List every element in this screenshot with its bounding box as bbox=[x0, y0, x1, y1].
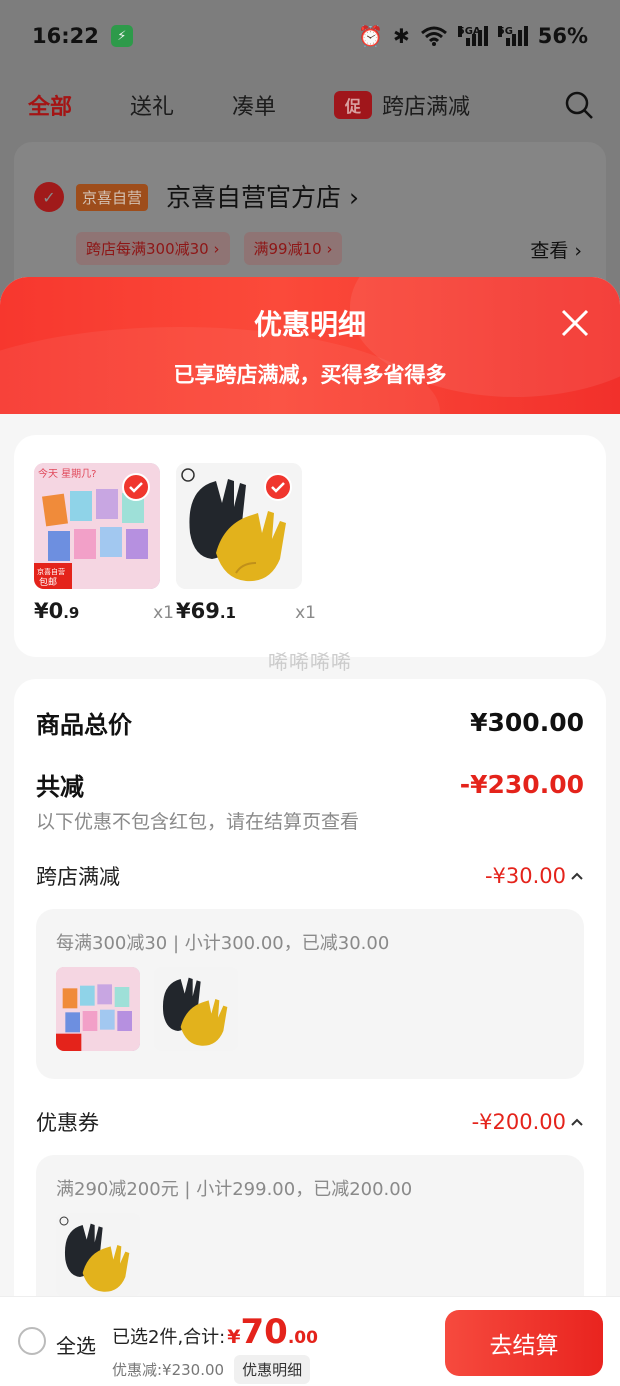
checkout-bar: 全选 已选2件,合计: ¥ 70 .00 优惠减:¥230.00 优惠明细 去结… bbox=[0, 1296, 620, 1386]
filter-tabs: 全部 送礼 凑单 促 跨店满减 bbox=[0, 80, 620, 130]
signal-icon: 5G bbox=[497, 26, 528, 46]
product-item[interactable]: ¥69.1 x1 bbox=[176, 463, 316, 623]
checkout-button[interactable]: 去结算 bbox=[445, 1310, 603, 1376]
promo-tag: 促 bbox=[334, 91, 373, 119]
tab-combine[interactable]: 凑单 bbox=[232, 89, 276, 121]
store-view-link[interactable]: 查看 › bbox=[530, 236, 582, 263]
price-dec: .9 bbox=[63, 604, 80, 622]
tab-cross-store-label: 跨店满减 bbox=[382, 95, 471, 120]
discount-detail-sheet: 优惠明细 已享跨店满减，买得多省得多 今天 星期几? 京喜自营 包邮 ¥0.9 … bbox=[0, 277, 620, 1386]
price-dec: .1 bbox=[219, 604, 236, 622]
saving-line: 优惠减:¥230.00 优惠明细 bbox=[112, 1355, 311, 1384]
bluetooth-icon: ✱ bbox=[392, 24, 410, 48]
discount-total-row: 共减 -¥230.00 bbox=[36, 767, 584, 802]
selected-check-icon bbox=[122, 473, 150, 501]
sheet-title: 优惠明细 bbox=[253, 308, 366, 341]
select-all-label[interactable]: 全选 bbox=[56, 1330, 96, 1359]
product-art-text: 今天 星期几? bbox=[38, 467, 97, 480]
sheet-header: 优惠明细 已享跨店满减，买得多省得多 bbox=[0, 277, 620, 414]
saving-amount: 优惠减:¥230.00 bbox=[112, 1361, 225, 1379]
total-amount-decimal: .00 bbox=[287, 1328, 318, 1348]
signal-icon: 5GA bbox=[457, 26, 488, 46]
product-overlay-text: 包邮 bbox=[39, 576, 57, 588]
selected-products-card: 今天 星期几? 京喜自营 包邮 ¥0.9 x1 ¥69.1 x1 bbox=[14, 435, 606, 657]
coupon-row[interactable]: 优惠券 -¥200.00 bbox=[36, 1107, 584, 1137]
coupon-detail-text: 满290减200元 | 小计299.00，已减200.00 bbox=[56, 1179, 413, 1200]
store-badge: 京喜自营 bbox=[76, 184, 149, 211]
discount-detail-button[interactable]: 优惠明细 bbox=[234, 1355, 311, 1384]
product-item[interactable]: 今天 星期几? 京喜自营 包邮 ¥0.9 x1 bbox=[34, 463, 174, 623]
signal-label: 5G bbox=[497, 26, 513, 37]
goods-total-row: 商品总价 ¥300.00 bbox=[36, 705, 584, 740]
discount-note: 以下优惠不包含红包，请在结算页查看 bbox=[36, 811, 360, 833]
cross-store-amount: -¥30.00 bbox=[484, 864, 566, 888]
discount-breakdown-card: 商品总价 ¥300.00 共减 -¥230.00 以下优惠不包含红包，请在结算页… bbox=[14, 679, 606, 1386]
cross-store-detail-box: 每满300减30 | 小计300.00，已减30.00 bbox=[36, 909, 584, 1079]
total-currency: ¥ bbox=[227, 1326, 241, 1348]
cross-store-row[interactable]: 跨店满减 -¥30.00 bbox=[36, 861, 584, 891]
selected-check-icon bbox=[264, 473, 292, 501]
product-price: ¥69.1 bbox=[176, 599, 236, 623]
signal-label: 5GA bbox=[457, 26, 481, 37]
select-all-radio[interactable] bbox=[18, 1327, 46, 1355]
discount-total-label: 共减 bbox=[36, 773, 84, 801]
coupon-amount: -¥200.00 bbox=[471, 1110, 566, 1134]
watermark: 唏唏唏唏 bbox=[268, 650, 352, 674]
wifi-icon bbox=[420, 26, 447, 46]
tab-cross-store[interactable]: 促 跨店满减 bbox=[334, 89, 470, 121]
price-int: ¥69 bbox=[176, 599, 220, 623]
battery-level: 56% bbox=[537, 24, 588, 48]
selected-total-label: 已选2件,合计: bbox=[112, 1327, 226, 1348]
store-promo-tag[interactable]: 跨店每满300减30 › bbox=[76, 232, 230, 265]
product-qty: x1 bbox=[295, 603, 316, 623]
product-thumbnail bbox=[56, 1213, 140, 1297]
product-qty: x1 bbox=[153, 603, 174, 623]
cross-store-label: 跨店满减 bbox=[36, 865, 120, 889]
store-name-link[interactable]: 京喜自营官方店 › bbox=[166, 178, 359, 214]
store-checkbox[interactable]: ✓ bbox=[34, 182, 64, 212]
background-page: 16:22 ⚡ ⏰ ✱ 5GA 5G 56% 全部 送礼 凑单 促 跨店满减 ✓… bbox=[0, 0, 620, 312]
product-overlay-text: 京喜自营 bbox=[37, 567, 65, 576]
close-icon[interactable] bbox=[560, 308, 590, 338]
product-image: 今天 星期几? 京喜自营 包邮 bbox=[34, 463, 160, 589]
total-line: 已选2件,合计: ¥ 70 .00 bbox=[112, 1315, 318, 1349]
cross-store-value: -¥30.00 bbox=[485, 864, 584, 888]
goods-total-label: 商品总价 bbox=[36, 711, 132, 739]
product-image bbox=[176, 463, 302, 589]
coupon-label: 优惠券 bbox=[36, 1111, 99, 1135]
store-promo-tag[interactable]: 满99减10 › bbox=[243, 232, 343, 265]
cross-store-detail-text: 每满300减30 | 小计300.00，已减30.00 bbox=[56, 933, 390, 954]
sheet-subtitle: 已享跨店满减，买得多省得多 bbox=[173, 363, 447, 387]
alarm-icon: ⏰ bbox=[358, 24, 383, 48]
shield-icon: ⚡ bbox=[110, 25, 133, 47]
discount-total-value: -¥230.00 bbox=[459, 770, 584, 799]
chevron-up-icon[interactable] bbox=[570, 871, 584, 881]
status-bar: 16:22 ⚡ ⏰ ✱ 5GA 5G 56% bbox=[0, 0, 620, 72]
product-thumbnail bbox=[56, 967, 140, 1051]
status-time: 16:22 bbox=[32, 24, 99, 48]
price-int: ¥0 bbox=[34, 599, 64, 623]
tab-gift[interactable]: 送礼 bbox=[130, 89, 174, 121]
product-thumbnail bbox=[154, 967, 238, 1051]
product-price: ¥0.9 bbox=[34, 599, 79, 623]
coupon-value: -¥200.00 bbox=[472, 1110, 584, 1134]
chevron-up-icon[interactable] bbox=[570, 1117, 584, 1127]
tab-all[interactable]: 全部 bbox=[28, 89, 72, 121]
goods-total-value: ¥300.00 bbox=[470, 708, 584, 737]
search-icon[interactable] bbox=[564, 90, 594, 120]
total-amount: 70 bbox=[240, 1312, 288, 1352]
